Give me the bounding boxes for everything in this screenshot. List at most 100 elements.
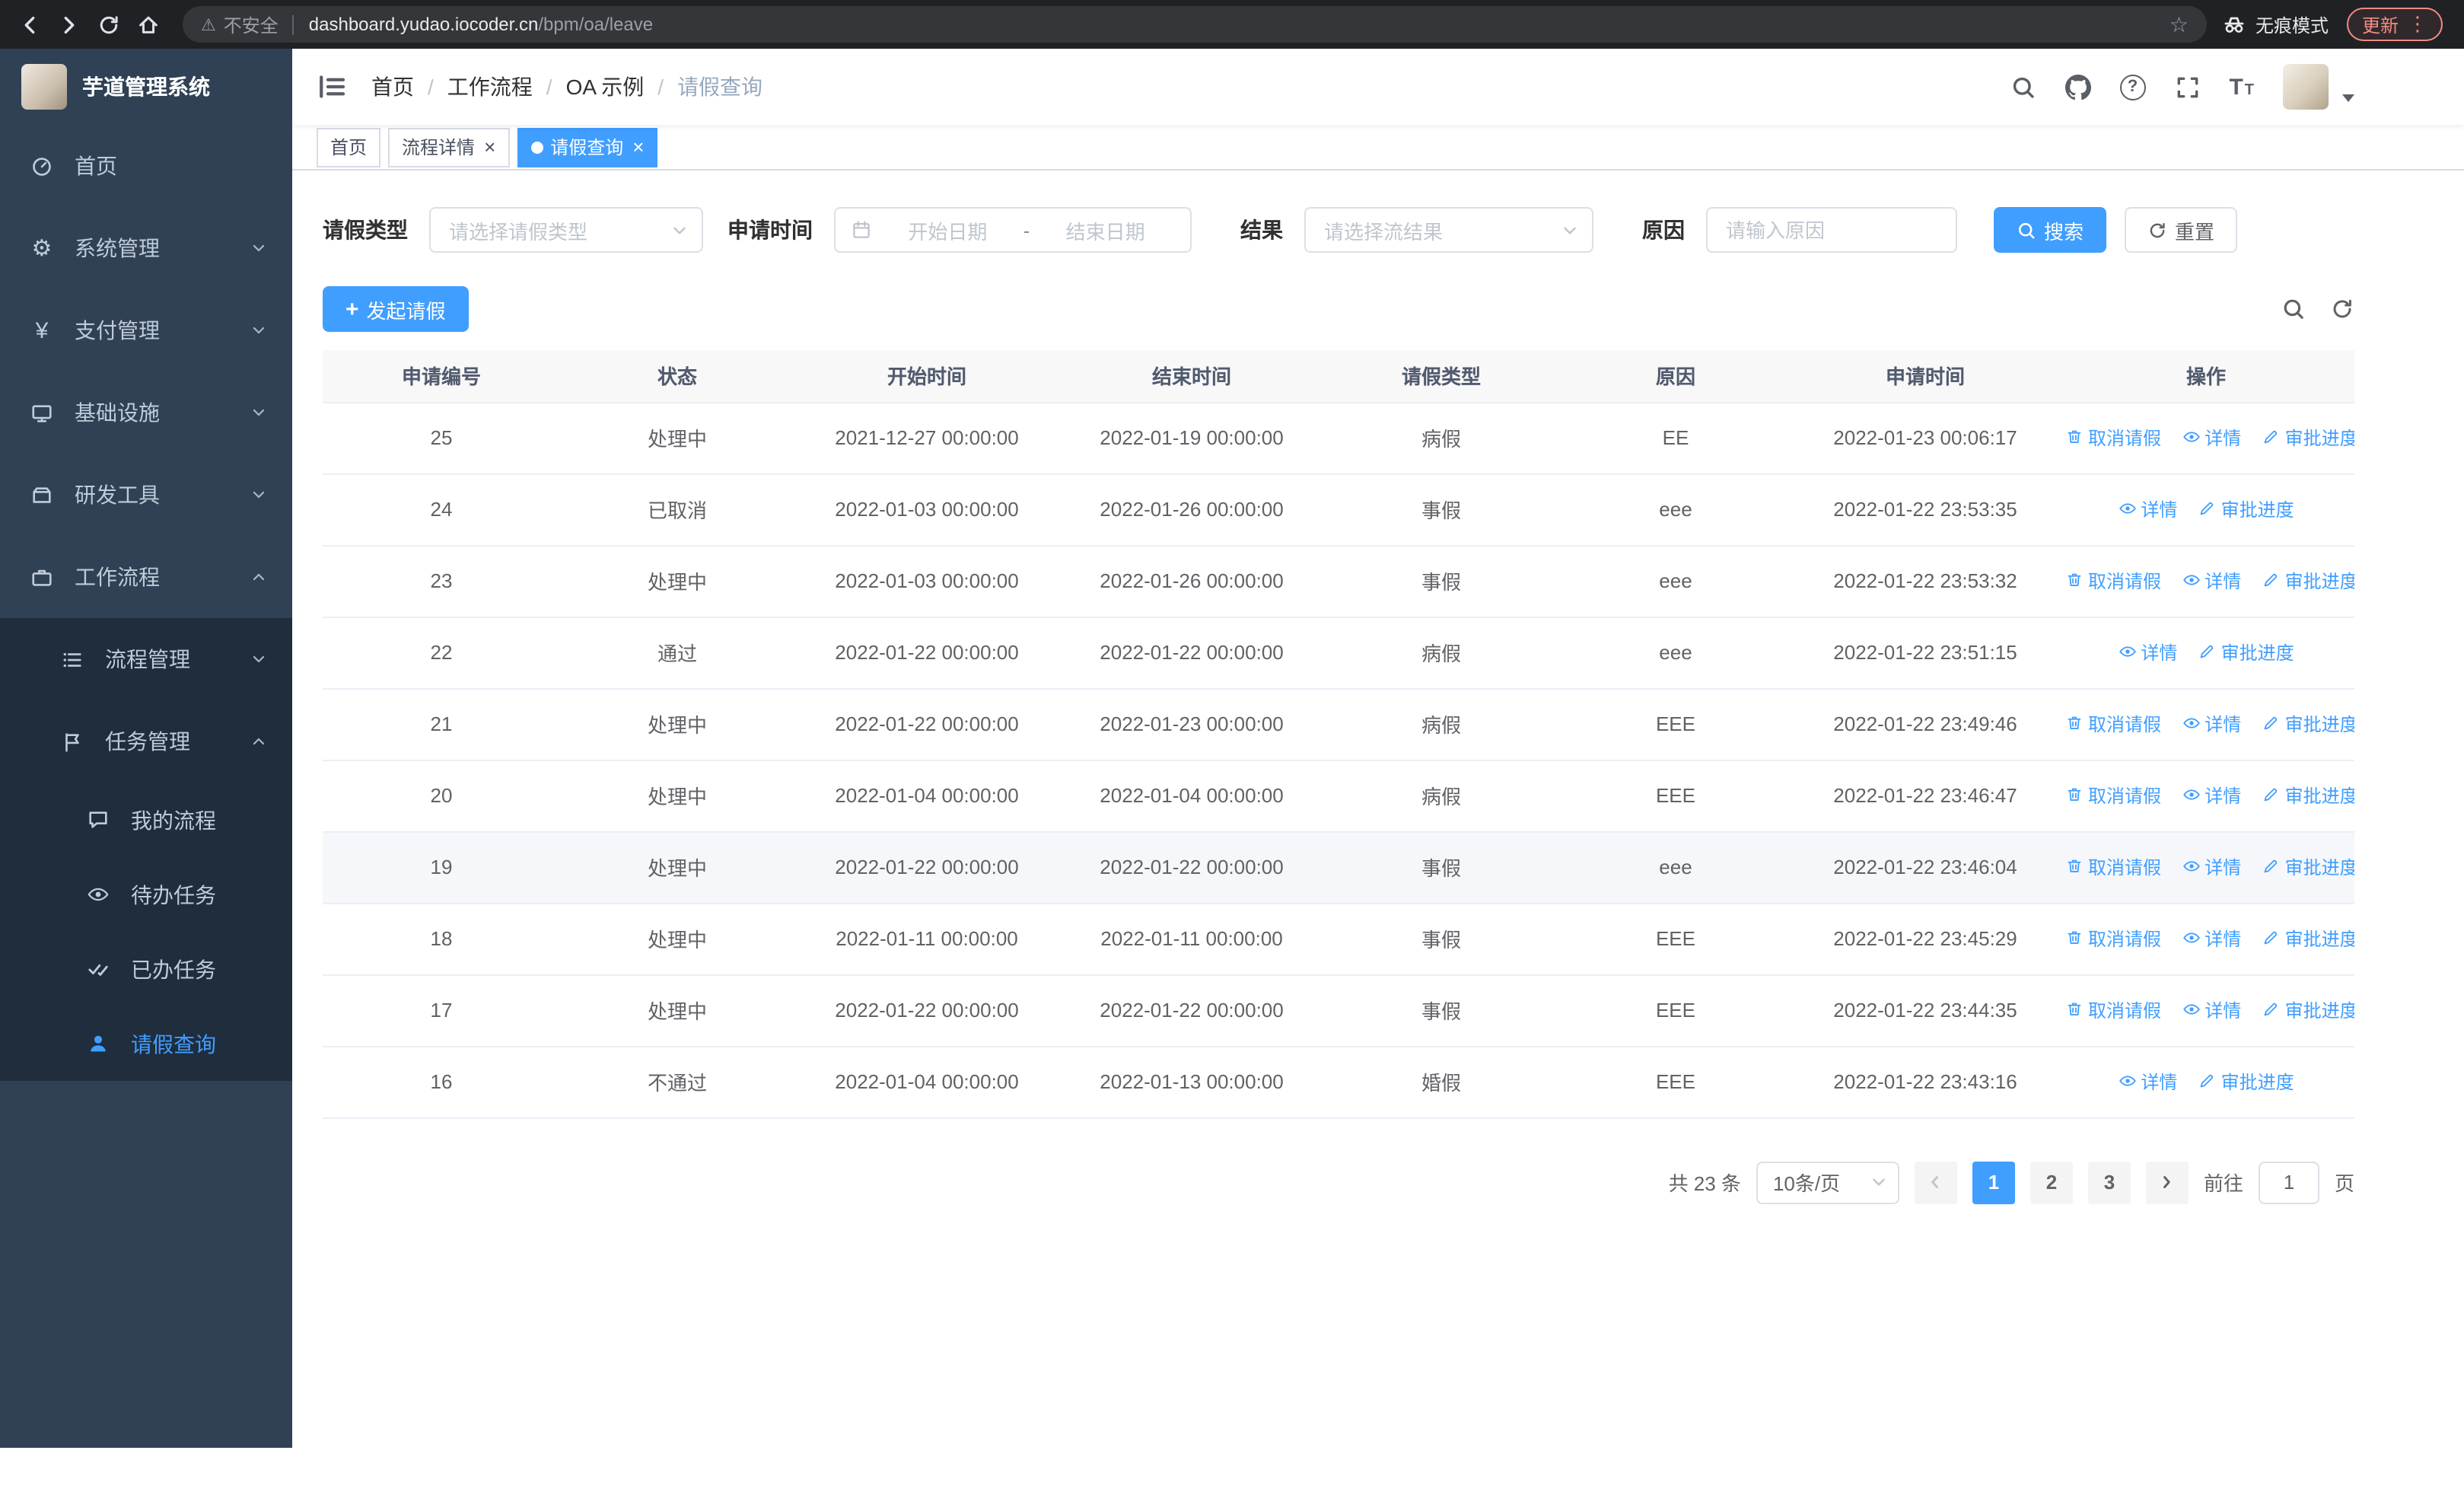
detail-link[interactable]: 详情 xyxy=(2118,1069,2177,1095)
audit-progress-label: 审批进度 xyxy=(2284,928,2354,950)
page-size-select[interactable]: 10条/页 xyxy=(1756,1161,1899,1203)
help-icon[interactable]: ? xyxy=(2119,74,2146,100)
bookmark-star-icon[interactable]: ☆ xyxy=(2170,11,2189,37)
sidebar-item-todo-tasks[interactable]: 待办任务 xyxy=(0,857,292,932)
app-logo-row[interactable]: 芋道管理系统 xyxy=(0,49,292,125)
eye-icon xyxy=(2182,786,2200,805)
detail-link[interactable]: 详情 xyxy=(2182,783,2241,808)
reason-label: 原因 xyxy=(1642,218,1685,242)
browser-back-button[interactable] xyxy=(9,5,49,44)
detail-label: 详情 xyxy=(2205,427,2242,449)
cell-applied: 2022-01-22 23:45:29 xyxy=(1793,903,2058,975)
tab-leave-query[interactable]: 请假查询 × xyxy=(517,127,658,167)
sidebar-item-infrastructure[interactable]: 基础设施 xyxy=(0,371,292,454)
sidebar-item-my-processes[interactable]: 我的流程 xyxy=(0,783,292,857)
avatar-caret-icon[interactable] xyxy=(2342,94,2354,101)
create-leave-button[interactable]: + 发起请假 xyxy=(323,286,469,332)
breadcrumb-workflow[interactable]: 工作流程 xyxy=(447,72,533,102)
sidebar-item-home[interactable]: 首页 xyxy=(0,125,292,207)
cell-applied: 2022-01-22 23:46:47 xyxy=(1793,760,2058,832)
apply-time-label: 申请时间 xyxy=(727,218,813,242)
result-select[interactable]: 请选择流结果 xyxy=(1304,207,1593,253)
cancel-leave-link[interactable]: 取消请假 xyxy=(2065,997,2161,1023)
refresh-table-icon[interactable] xyxy=(2330,297,2354,321)
cancel-leave-link[interactable]: 取消请假 xyxy=(2065,926,2161,952)
page-button-1[interactable]: 1 xyxy=(1972,1161,2015,1203)
detail-link[interactable]: 详情 xyxy=(2182,425,2241,451)
tab-home[interactable]: 首页 xyxy=(317,127,381,167)
search-button[interactable]: 搜索 xyxy=(1994,207,2107,253)
detail-link[interactable]: 详情 xyxy=(2118,639,2177,665)
sidebar-item-dev-tools[interactable]: 研发工具 xyxy=(0,454,292,536)
cell-status: 处理中 xyxy=(560,974,794,1047)
date-range-picker[interactable]: 开始日期 - 结束日期 xyxy=(834,207,1192,253)
audit-progress-link[interactable]: 审批进度 xyxy=(2198,496,2294,522)
audit-progress-link[interactable]: 审批进度 xyxy=(2262,711,2354,737)
cancel-leave-link[interactable]: 取消请假 xyxy=(2065,783,2161,808)
update-label: 更新 xyxy=(2361,14,2399,36)
browser-home-button[interactable] xyxy=(128,5,167,44)
next-page-button[interactable] xyxy=(2145,1161,2189,1203)
goto-label: 前往 xyxy=(2203,1172,2243,1195)
prev-page-button[interactable] xyxy=(1914,1161,1957,1203)
browser-forward-button[interactable] xyxy=(49,5,88,44)
browser-address-bar[interactable]: ⚠ 不安全 dashboard.yudao.iocoder.cn /bpm/oa… xyxy=(183,6,2207,43)
audit-progress-link[interactable]: 审批进度 xyxy=(2262,783,2354,808)
cell-start: 2022-01-04 00:00:00 xyxy=(794,1046,1059,1118)
goto-page-input[interactable] xyxy=(2258,1161,2319,1203)
cancel-leave-link[interactable]: 取消请假 xyxy=(2065,711,2161,737)
user-avatar[interactable] xyxy=(2283,64,2329,110)
page-button-3[interactable]: 3 xyxy=(2087,1161,2131,1203)
detail-link[interactable]: 详情 xyxy=(2182,997,2241,1023)
search-icon[interactable] xyxy=(2010,74,2036,100)
browser-reload-button[interactable] xyxy=(88,5,128,44)
leave-type-select[interactable]: 请选择请假类型 xyxy=(429,207,703,253)
sidebar-item-done-tasks[interactable]: 已办任务 xyxy=(0,932,292,1006)
sidebar-item-system-management[interactable]: ⚙ 系统管理 xyxy=(0,207,292,289)
audit-progress-link[interactable]: 审批进度 xyxy=(2198,1069,2294,1095)
close-icon[interactable]: × xyxy=(632,137,644,157)
close-icon[interactable]: × xyxy=(484,137,495,157)
audit-progress-link[interactable]: 审批进度 xyxy=(2262,568,2354,594)
fullscreen-icon[interactable] xyxy=(2174,74,2200,100)
cancel-leave-link[interactable]: 取消请假 xyxy=(2065,425,2161,451)
font-size-icon[interactable]: TT xyxy=(2229,75,2254,98)
breadcrumb-home[interactable]: 首页 xyxy=(371,72,414,102)
page-button-2[interactable]: 2 xyxy=(2029,1161,2073,1203)
detail-link[interactable]: 详情 xyxy=(2118,496,2177,522)
detail-link[interactable]: 详情 xyxy=(2182,711,2241,737)
reset-button[interactable]: 重置 xyxy=(2125,207,2238,253)
sidebar-item-workflow[interactable]: 工作流程 xyxy=(0,536,292,618)
sidebar-item-payment-management[interactable]: ¥ 支付管理 xyxy=(0,289,292,371)
sidebar-collapse-icon[interactable] xyxy=(317,72,347,102)
detail-link[interactable]: 详情 xyxy=(2182,854,2241,880)
breadcrumb-oa-example[interactable]: OA 示例 xyxy=(566,72,645,102)
sidebar-item-process-management[interactable]: 流程管理 xyxy=(0,618,292,700)
cancel-leave-link[interactable]: 取消请假 xyxy=(2065,568,2161,594)
person-icon xyxy=(87,1032,110,1055)
tab-process-detail[interactable]: 流程详情 × xyxy=(388,127,510,167)
eye-icon xyxy=(2182,1001,2200,1019)
cancel-leave-link[interactable]: 取消请假 xyxy=(2065,854,2161,880)
audit-progress-link[interactable]: 审批进度 xyxy=(2262,926,2354,952)
audit-progress-link[interactable]: 审批进度 xyxy=(2262,425,2354,451)
table-row: 20 处理中 2022-01-04 00:00:00 2022-01-04 00… xyxy=(323,760,2354,832)
detail-link[interactable]: 详情 xyxy=(2182,926,2241,952)
audit-progress-link[interactable]: 审批进度 xyxy=(2198,639,2294,665)
audit-progress-label: 审批进度 xyxy=(2284,999,2354,1022)
toggle-search-icon[interactable] xyxy=(2281,297,2306,321)
eye-icon xyxy=(87,883,110,906)
sidebar-item-task-management[interactable]: 任务管理 xyxy=(0,700,292,783)
sidebar-item-leave-query[interactable]: 请假查询 xyxy=(0,1006,292,1081)
audit-progress-link[interactable]: 审批进度 xyxy=(2262,854,2354,880)
cell-start: 2022-01-22 00:00:00 xyxy=(794,617,1059,689)
audit-progress-link[interactable]: 审批进度 xyxy=(2262,997,2354,1023)
github-icon[interactable] xyxy=(2064,74,2090,100)
reason-input[interactable] xyxy=(1706,207,1957,253)
cell-status: 处理中 xyxy=(560,545,794,617)
browser-menu-icon[interactable]: ⋮ xyxy=(2408,12,2427,37)
list-icon xyxy=(61,648,84,671)
delete-icon xyxy=(2065,429,2084,447)
detail-link[interactable]: 详情 xyxy=(2182,568,2241,594)
browser-update-button[interactable]: 更新 ⋮ xyxy=(2346,8,2443,41)
